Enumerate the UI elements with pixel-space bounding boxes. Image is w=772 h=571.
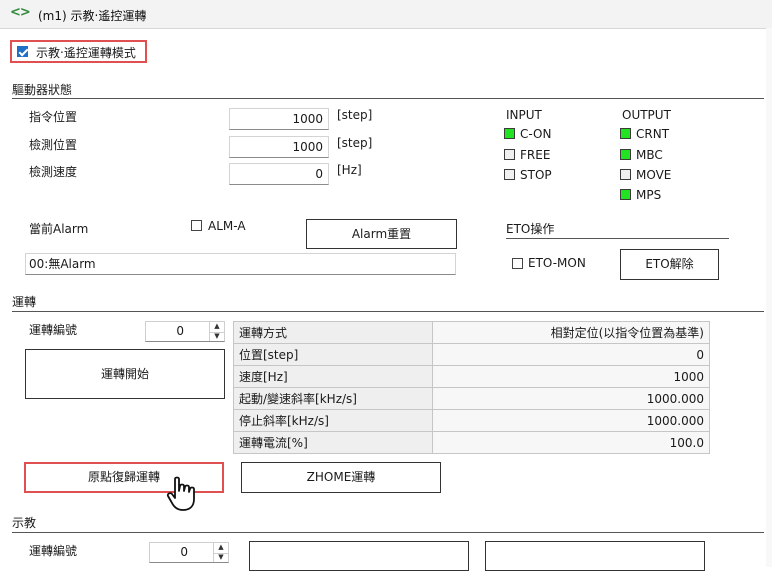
param-value: 相對定位(以指令位置為基準)	[432, 321, 710, 344]
sync-icon: <>	[10, 5, 31, 20]
param-value: 1000.000	[432, 409, 710, 432]
eto-mon-label: ETO-MON	[528, 256, 586, 270]
section-divider	[12, 98, 764, 99]
operation-number-value: 0	[176, 324, 184, 338]
eto-release-button[interactable]: ETO解除	[620, 249, 719, 280]
eto-divider	[506, 238, 729, 239]
alm-a-label: ALM-A	[208, 219, 246, 233]
input-led-c-on	[504, 128, 515, 139]
stepper-down-icon[interactable]: ▼	[210, 332, 224, 342]
eto-title: ETO操作	[506, 222, 555, 236]
operation-number-label: 運轉編號	[29, 323, 78, 337]
table-row: 起動/變速斜率[kHz/s] 1000.000	[233, 387, 710, 410]
alm-a-checkbox[interactable]	[191, 220, 202, 231]
param-key: 運轉電流[%]	[233, 431, 433, 454]
output-label-mps: MPS	[636, 188, 662, 202]
teaching-title: 示教	[12, 516, 37, 530]
detected-position-label: 檢測位置	[29, 138, 78, 152]
detected-position-field: 1000	[229, 136, 329, 158]
output-label-move: MOVE	[636, 168, 672, 182]
table-row: 運轉電流[%] 100.0	[233, 431, 710, 454]
table-row: 速度[Hz] 1000	[233, 365, 710, 388]
param-value: 1000.000	[432, 387, 710, 410]
input-led-free	[504, 149, 515, 160]
output-led-crnt	[620, 128, 631, 139]
eto-mon-checkbox[interactable]	[512, 258, 523, 269]
command-position-unit: [step]	[337, 108, 373, 122]
current-alarm-field: 00:無Alarm	[25, 253, 456, 275]
output-title: OUTPUT	[622, 108, 671, 122]
table-row: 停止斜率[kHz/s] 1000.000	[233, 409, 710, 432]
param-key: 起動/變速斜率[kHz/s]	[233, 387, 433, 410]
table-row: 位置[step] 0	[233, 343, 710, 366]
teaching-number-label: 運轉編號	[29, 544, 78, 558]
input-title: INPUT	[506, 108, 542, 122]
param-value: 1000	[432, 365, 710, 388]
param-key: 運轉方式	[233, 321, 433, 344]
zhome-button[interactable]: ZHOME運轉	[241, 462, 441, 493]
driver-status-title: 驅動器狀態	[12, 83, 73, 97]
stepper-arrows[interactable]: ▲ ▼	[213, 543, 228, 562]
input-label-stop: STOP	[520, 168, 552, 182]
vertical-scrollbar[interactable]	[766, 28, 772, 567]
input-led-stop	[504, 169, 515, 180]
operation-start-button[interactable]: 運轉開始	[25, 349, 225, 399]
teaching-number-value: 0	[180, 545, 188, 559]
operation-parameters-table: 運轉方式 相對定位(以指令位置為基準) 位置[step] 0 速度[Hz] 1000 …	[233, 321, 710, 454]
detected-position-unit: [step]	[337, 136, 373, 150]
stepper-arrows[interactable]: ▲ ▼	[209, 322, 224, 341]
mode-checkbox-label: 示教‧遙控運轉模式	[36, 46, 136, 60]
stepper-down-icon[interactable]: ▼	[214, 553, 228, 563]
output-label-mbc: MBC	[636, 148, 663, 162]
detected-speed-field: 0	[229, 163, 329, 185]
teaching-number-stepper[interactable]: 0 ▲ ▼	[149, 542, 229, 563]
input-label-c-on: C-ON	[520, 127, 552, 141]
detected-speed-unit: [Hz]	[337, 163, 362, 177]
output-led-move	[620, 169, 631, 180]
alarm-reset-button[interactable]: Alarm重置	[306, 219, 457, 249]
command-position-field: 1000	[229, 108, 329, 130]
input-label-free: FREE	[520, 148, 551, 162]
param-key: 位置[step]	[233, 343, 433, 366]
detected-speed-label: 檢測速度	[29, 165, 78, 179]
command-position-label: 指令位置	[29, 110, 78, 124]
section-divider	[12, 532, 764, 533]
param-value: 100.0	[432, 431, 710, 454]
table-row: 運轉方式 相對定位(以指令位置為基準)	[233, 321, 710, 344]
param-value: 0	[432, 343, 710, 366]
mode-checkbox[interactable]	[17, 46, 28, 57]
window-title: (m1) 示教‧遙控運轉	[38, 9, 147, 23]
operation-title: 運轉	[12, 295, 37, 309]
hand-cursor-icon	[166, 476, 195, 511]
output-led-mbc	[620, 149, 631, 160]
current-alarm-label: 當前Alarm	[29, 222, 89, 236]
output-led-mps	[620, 189, 631, 200]
output-label-crnt: CRNT	[636, 127, 670, 141]
operation-number-stepper[interactable]: 0 ▲ ▼	[145, 321, 225, 342]
param-key: 速度[Hz]	[233, 365, 433, 388]
param-key: 停止斜率[kHz/s]	[233, 409, 433, 432]
section-divider	[12, 311, 764, 312]
